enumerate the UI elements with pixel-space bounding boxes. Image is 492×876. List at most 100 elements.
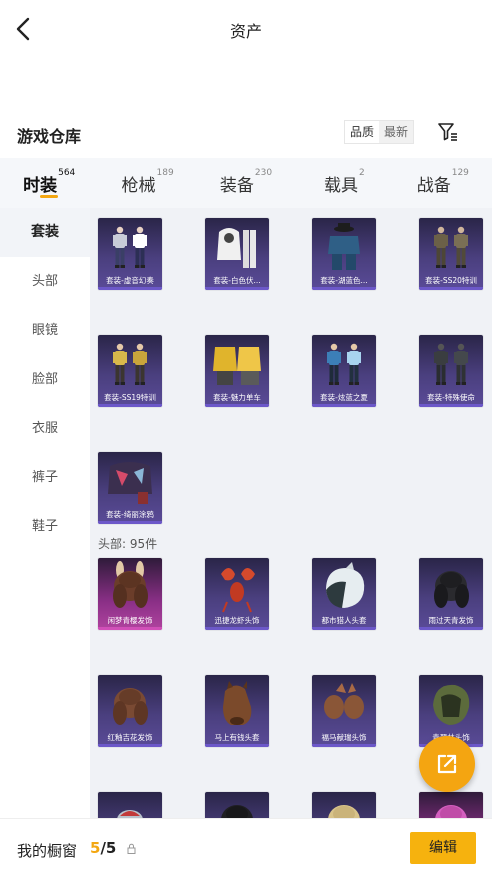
sort-quality-option[interactable]: 品质 bbox=[345, 121, 379, 143]
suit-item[interactable]: 套装-魅力单车 bbox=[205, 335, 269, 407]
head-item[interactable]: 迅捷龙虾头饰 bbox=[205, 558, 269, 630]
sidebar-item-glasses[interactable]: 眼镜 bbox=[0, 306, 90, 355]
head-item[interactable]: 雨过天青发饰 bbox=[419, 558, 483, 630]
item-name: 闲梦青樱发饰 bbox=[107, 616, 153, 625]
red-hat-icon bbox=[117, 810, 143, 818]
lock-icon bbox=[127, 843, 136, 854]
item-name: 都市猎人头套 bbox=[321, 616, 367, 625]
outfit-twin-figures-icon bbox=[113, 226, 147, 268]
item-card: 套装-湖蓝色... bbox=[312, 218, 376, 290]
sidebar-item-face[interactable]: 脸部 bbox=[0, 355, 90, 404]
blonde-hair-icon bbox=[328, 805, 360, 818]
head-item[interactable] bbox=[312, 792, 376, 818]
rarity-band bbox=[312, 404, 376, 407]
tab-count: 129 bbox=[451, 168, 469, 178]
suit-item[interactable]: 套装-白色伏... bbox=[205, 218, 269, 290]
brown-hair-icon bbox=[113, 688, 148, 725]
filter-button[interactable] bbox=[436, 120, 460, 144]
outfit-dark-tactical-icon bbox=[434, 343, 468, 385]
active-tab-indicator bbox=[40, 195, 59, 198]
sidebar-item-pants[interactable]: 裤子 bbox=[0, 453, 90, 502]
rarity-band bbox=[205, 627, 269, 630]
outfit-hoodie-pants-icon bbox=[217, 228, 256, 268]
rarity-band bbox=[312, 627, 376, 630]
head-item[interactable]: 红釉吉花发饰 bbox=[98, 675, 162, 747]
head-section-label: 头部: 95件 bbox=[98, 537, 158, 551]
rarity-band bbox=[419, 627, 483, 630]
tab-fashion[interactable]: 时装564 bbox=[0, 158, 98, 208]
item-name: 套装-SS19特训 bbox=[104, 393, 156, 402]
showcase-total: 5 bbox=[105, 839, 117, 857]
rarity-band bbox=[98, 287, 162, 290]
item-card bbox=[419, 792, 483, 818]
horse-mask-icon bbox=[223, 681, 252, 725]
top-bar: 资产 bbox=[0, 0, 492, 60]
tab-count: 564 bbox=[58, 168, 76, 178]
outfit-yellow-shirt-icon bbox=[213, 347, 261, 385]
rarity-band bbox=[312, 744, 376, 747]
hunter-mask-icon bbox=[326, 562, 365, 608]
item-name: 套装-特殊使命 bbox=[427, 393, 475, 402]
suit-item[interactable]: 套装-SS19特训 bbox=[98, 335, 162, 407]
rarity-band bbox=[98, 744, 162, 747]
sort-toggle: 品质 最新 bbox=[344, 120, 415, 144]
suit-item[interactable]: 套装-SS20特训 bbox=[419, 218, 483, 290]
item-grid-panel: 套装-虚音幻奏 套装-白色伏... 套装-湖蓝色... 套装-SS20特训 套装-S… bbox=[90, 208, 492, 818]
rarity-band bbox=[312, 287, 376, 290]
head-item[interactable]: 都市猎人头套 bbox=[312, 558, 376, 630]
item-card: 套装-魅力单车 bbox=[205, 335, 269, 407]
item-card bbox=[205, 792, 269, 818]
sort-newest-option[interactable]: 最新 bbox=[379, 121, 414, 143]
sidebar-item-shoes[interactable]: 鞋子 bbox=[0, 502, 90, 551]
tab-supplies[interactable]: 战备129 bbox=[394, 158, 492, 208]
head-item[interactable]: 马上有钱头套 bbox=[205, 675, 269, 747]
rarity-band bbox=[419, 404, 483, 407]
item-card: 套装-SS20特训 bbox=[419, 218, 483, 290]
item-name: 红釉吉花发饰 bbox=[107, 733, 153, 742]
tab-label: 时装 bbox=[23, 176, 58, 196]
showcase-count: 5/5 bbox=[90, 839, 116, 857]
tab-count: 230 bbox=[254, 168, 273, 178]
filter-icon bbox=[438, 123, 457, 141]
item-card: 雨过天青发饰 bbox=[419, 558, 483, 630]
sidebar-item-suits[interactable]: 套装 bbox=[0, 208, 90, 257]
suit-item[interactable]: 套装-炫蓝之夏 bbox=[312, 335, 376, 407]
edit-button[interactable]: 编辑 bbox=[410, 832, 476, 864]
tab-equipment[interactable]: 装备230 bbox=[197, 158, 295, 208]
dark-hair-icon bbox=[434, 571, 469, 608]
suit-item[interactable]: 套装-绮丽涂鸦 bbox=[98, 452, 162, 524]
outfit-suit-hat-icon bbox=[328, 223, 360, 270]
item-name: 套装-魅力单车 bbox=[213, 393, 261, 402]
suit-item[interactable]: 套装-虚音幻奏 bbox=[98, 218, 162, 290]
rarity-band bbox=[98, 521, 162, 524]
tab-label: 载具 bbox=[324, 176, 359, 196]
lobster-head-icon bbox=[221, 568, 255, 613]
tab-label: 装备 bbox=[219, 176, 254, 196]
item-card: 套装-炫蓝之夏 bbox=[312, 335, 376, 407]
suit-item[interactable]: 套装-湖蓝色... bbox=[312, 218, 376, 290]
head-item[interactable] bbox=[205, 792, 269, 818]
head-item[interactable] bbox=[98, 792, 162, 818]
category-tabs: 时装564 枪械189 装备230 载具2 战备129 bbox=[0, 158, 492, 208]
item-name: 套装-湖蓝色... bbox=[320, 276, 368, 285]
tab-vehicles[interactable]: 载具2 bbox=[295, 158, 393, 208]
head-item[interactable] bbox=[419, 792, 483, 818]
head-item[interactable]: 闲梦青樱发饰 bbox=[98, 558, 162, 630]
outfit-graffiti-jacket-icon bbox=[108, 462, 152, 504]
sidebar-item-head[interactable]: 头部 bbox=[0, 257, 90, 306]
suit-item[interactable]: 套装-特殊使命 bbox=[419, 335, 483, 407]
rarity-band bbox=[419, 287, 483, 290]
item-card: 马上有钱头套 bbox=[205, 675, 269, 747]
rarity-band bbox=[98, 627, 162, 630]
tab-label: 枪械 bbox=[121, 176, 156, 196]
head-item[interactable]: 福马献瑞头饰 bbox=[312, 675, 376, 747]
sidebar-item-clothes[interactable]: 衣服 bbox=[0, 404, 90, 453]
outfit-twin-soldiers-icon bbox=[434, 226, 468, 268]
item-card bbox=[98, 792, 162, 818]
tab-weapons[interactable]: 枪械189 bbox=[98, 158, 196, 208]
item-card: 福马献瑞头饰 bbox=[312, 675, 376, 747]
tab-count: 2 bbox=[359, 168, 365, 178]
share-button[interactable] bbox=[419, 736, 475, 792]
item-name: 雨过天青发饰 bbox=[428, 616, 474, 625]
item-card bbox=[312, 792, 376, 818]
